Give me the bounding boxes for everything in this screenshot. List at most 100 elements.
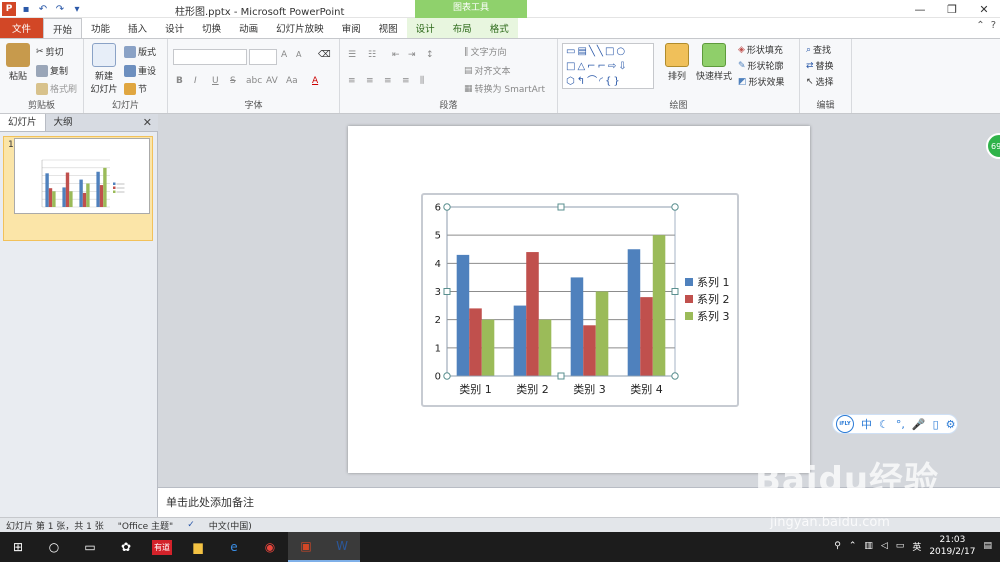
chart-object[interactable]: 0 1 2 3 4 5 6 类别 1 类别 2 类别 3 类别 4 系列 1 系列 2 系列 3	[421, 193, 739, 407]
slide-thumbnail[interactable]	[14, 138, 150, 214]
arrange-button[interactable]: 排列	[664, 43, 690, 82]
spellcheck-icon[interactable]: ✓	[187, 520, 195, 530]
reset-button[interactable]: 重设	[124, 64, 156, 77]
tab-chart-design[interactable]: 设计	[406, 18, 444, 38]
text-direction-button[interactable]: ‖ 文字方向	[464, 45, 507, 59]
tab-transitions[interactable]: 切换	[193, 18, 230, 38]
minimize-icon[interactable]: —	[904, 0, 936, 18]
increase-indent-icon[interactable]: ⇥	[408, 50, 416, 60]
volume-icon[interactable]: ◁	[881, 541, 888, 551]
shadow-button[interactable]: abc	[246, 76, 262, 86]
align-center-icon[interactable]: ≡	[366, 76, 374, 86]
shape-outline-button[interactable]: ✎ 形状轮廓	[738, 59, 784, 73]
battery-icon[interactable]: ▭	[896, 541, 905, 551]
decrease-indent-icon[interactable]: ⇤	[392, 50, 400, 60]
grow-font-button[interactable]: A	[281, 50, 287, 60]
paint-bucket-icon: ◈	[738, 44, 745, 55]
ifly-input-toolbar[interactable]: iFLY 中 ☾ °, 🎤 ▯ ⚙	[832, 414, 958, 434]
network-icon[interactable]: ▥	[864, 541, 873, 551]
windows-start-icon[interactable]: ⊞	[0, 532, 36, 562]
tab-slideshow[interactable]: 幻灯片放映	[267, 18, 333, 38]
columns-icon[interactable]: ⫼	[420, 76, 424, 86]
tab-outline-pane[interactable]: 大纲	[46, 114, 81, 131]
tab-home[interactable]: 开始	[43, 18, 83, 38]
punctuation-icon[interactable]: °,	[896, 418, 905, 431]
font-size-select[interactable]	[249, 49, 277, 65]
language-status[interactable]: 中文(中国)	[209, 519, 252, 532]
user-icon[interactable]: ⚲	[834, 541, 841, 551]
powerpoint-taskbar-icon[interactable]: ▣	[288, 532, 324, 562]
format-painter-button[interactable]: 格式刷	[36, 82, 77, 95]
close-icon[interactable]: ✕	[968, 0, 1000, 18]
find-button[interactable]: ⌕ 查找	[806, 43, 831, 57]
customize-qat-icon[interactable]: ▾	[70, 2, 84, 16]
search-circle-icon[interactable]: ○	[36, 532, 72, 562]
cut-button[interactable]: ✂ 剪切	[36, 45, 64, 59]
replace-button[interactable]: ⇄ 替换	[806, 59, 834, 73]
tab-chart-layout[interactable]: 布局	[443, 18, 481, 38]
chrome-browser-icon[interactable]: ◉	[252, 532, 288, 562]
moon-icon[interactable]: ☾	[879, 418, 889, 431]
task-view-icon[interactable]: ▭	[72, 532, 108, 562]
pinwheel-app-icon[interactable]: ✿	[108, 532, 144, 562]
char-spacing-button[interactable]: AV	[266, 76, 278, 86]
clock[interactable]: 21:03 2019/2/17	[929, 534, 975, 558]
line-spacing-icon[interactable]: ↕	[426, 50, 434, 60]
ifly-lang-toggle[interactable]: 中	[861, 416, 872, 432]
youdao-app-icon[interactable]: 有道	[144, 532, 180, 562]
select-button[interactable]: ↖ 选择	[806, 75, 834, 89]
notification-icon[interactable]: ▤	[983, 541, 992, 551]
smartart-button[interactable]: ▦ 转换为 SmartArt	[464, 82, 545, 96]
file-explorer-icon[interactable]: ▆	[180, 532, 216, 562]
shrink-font-button[interactable]: A	[296, 50, 301, 59]
quick-styles-button[interactable]: 快速样式	[694, 43, 734, 82]
tab-animations[interactable]: 动画	[230, 18, 267, 38]
tray-expand-icon[interactable]: ⌃	[849, 541, 857, 551]
change-case-button[interactable]: Aa	[286, 76, 298, 86]
tab-file[interactable]: 文件	[0, 18, 44, 38]
tab-insert[interactable]: 插入	[119, 18, 156, 38]
microphone-icon[interactable]: 🎤	[912, 418, 926, 431]
save-icon[interactable]: ▪	[19, 2, 33, 16]
redo-icon[interactable]: ↷	[53, 2, 67, 16]
align-left-icon[interactable]: ≡	[348, 76, 356, 86]
align-text-button[interactable]: ▤ 对齐文本	[464, 64, 511, 78]
keyboard-icon[interactable]: ▯	[933, 418, 939, 431]
shape-effects-button[interactable]: ◩ 形状效果	[738, 75, 785, 89]
tab-features[interactable]: 功能	[82, 18, 119, 38]
tab-view[interactable]: 视图	[370, 18, 407, 38]
tab-design[interactable]: 设计	[156, 18, 193, 38]
tab-chart-format[interactable]: 格式	[480, 18, 518, 38]
underline-button[interactable]: U	[212, 76, 219, 86]
ime-icon[interactable]: 英	[912, 540, 921, 553]
shape-fill-button[interactable]: ◈ 形状填充	[738, 43, 783, 57]
font-color-button[interactable]: A	[312, 76, 318, 86]
restore-icon[interactable]: ❐	[936, 0, 968, 18]
section-button[interactable]: 节	[124, 82, 147, 95]
clear-format-icon[interactable]: ⌫	[318, 50, 331, 60]
new-slide-button[interactable]: 新建 幻灯片	[86, 43, 122, 95]
resize-handle	[443, 372, 451, 380]
copy-button[interactable]: 复制	[36, 64, 68, 77]
font-name-select[interactable]	[173, 49, 247, 65]
collapse-ribbon-icon[interactable]: ⌃	[976, 20, 984, 31]
help-icon[interactable]: ?	[991, 20, 996, 31]
align-right-icon[interactable]: ≡	[384, 76, 392, 86]
strikethrough-button[interactable]: S	[230, 76, 236, 86]
italic-button[interactable]: I	[194, 76, 197, 86]
tab-slides-pane[interactable]: 幻灯片	[0, 114, 46, 131]
shapes-gallery[interactable]: ▭▤╲╲□○ □△⌐⌐⇨⇩ ⬡↰⌒◜{}	[562, 43, 654, 89]
close-pane-icon[interactable]: ✕	[143, 116, 152, 129]
settings-gear-icon[interactable]: ⚙	[946, 418, 956, 431]
paste-button[interactable]: 粘贴	[4, 43, 32, 82]
powerpoint-app-icon[interactable]: P	[2, 2, 16, 16]
undo-icon[interactable]: ↶	[36, 2, 50, 16]
layout-button[interactable]: 版式	[124, 45, 156, 58]
numbering-icon[interactable]: ☷	[368, 50, 376, 60]
bullets-icon[interactable]: ☰	[348, 50, 356, 60]
word-taskbar-icon[interactable]: W	[324, 532, 360, 562]
tab-review[interactable]: 审阅	[333, 18, 370, 38]
bold-button[interactable]: B	[176, 76, 183, 86]
edge-browser-icon[interactable]: e	[216, 532, 252, 562]
justify-icon[interactable]: ≡	[402, 76, 410, 86]
